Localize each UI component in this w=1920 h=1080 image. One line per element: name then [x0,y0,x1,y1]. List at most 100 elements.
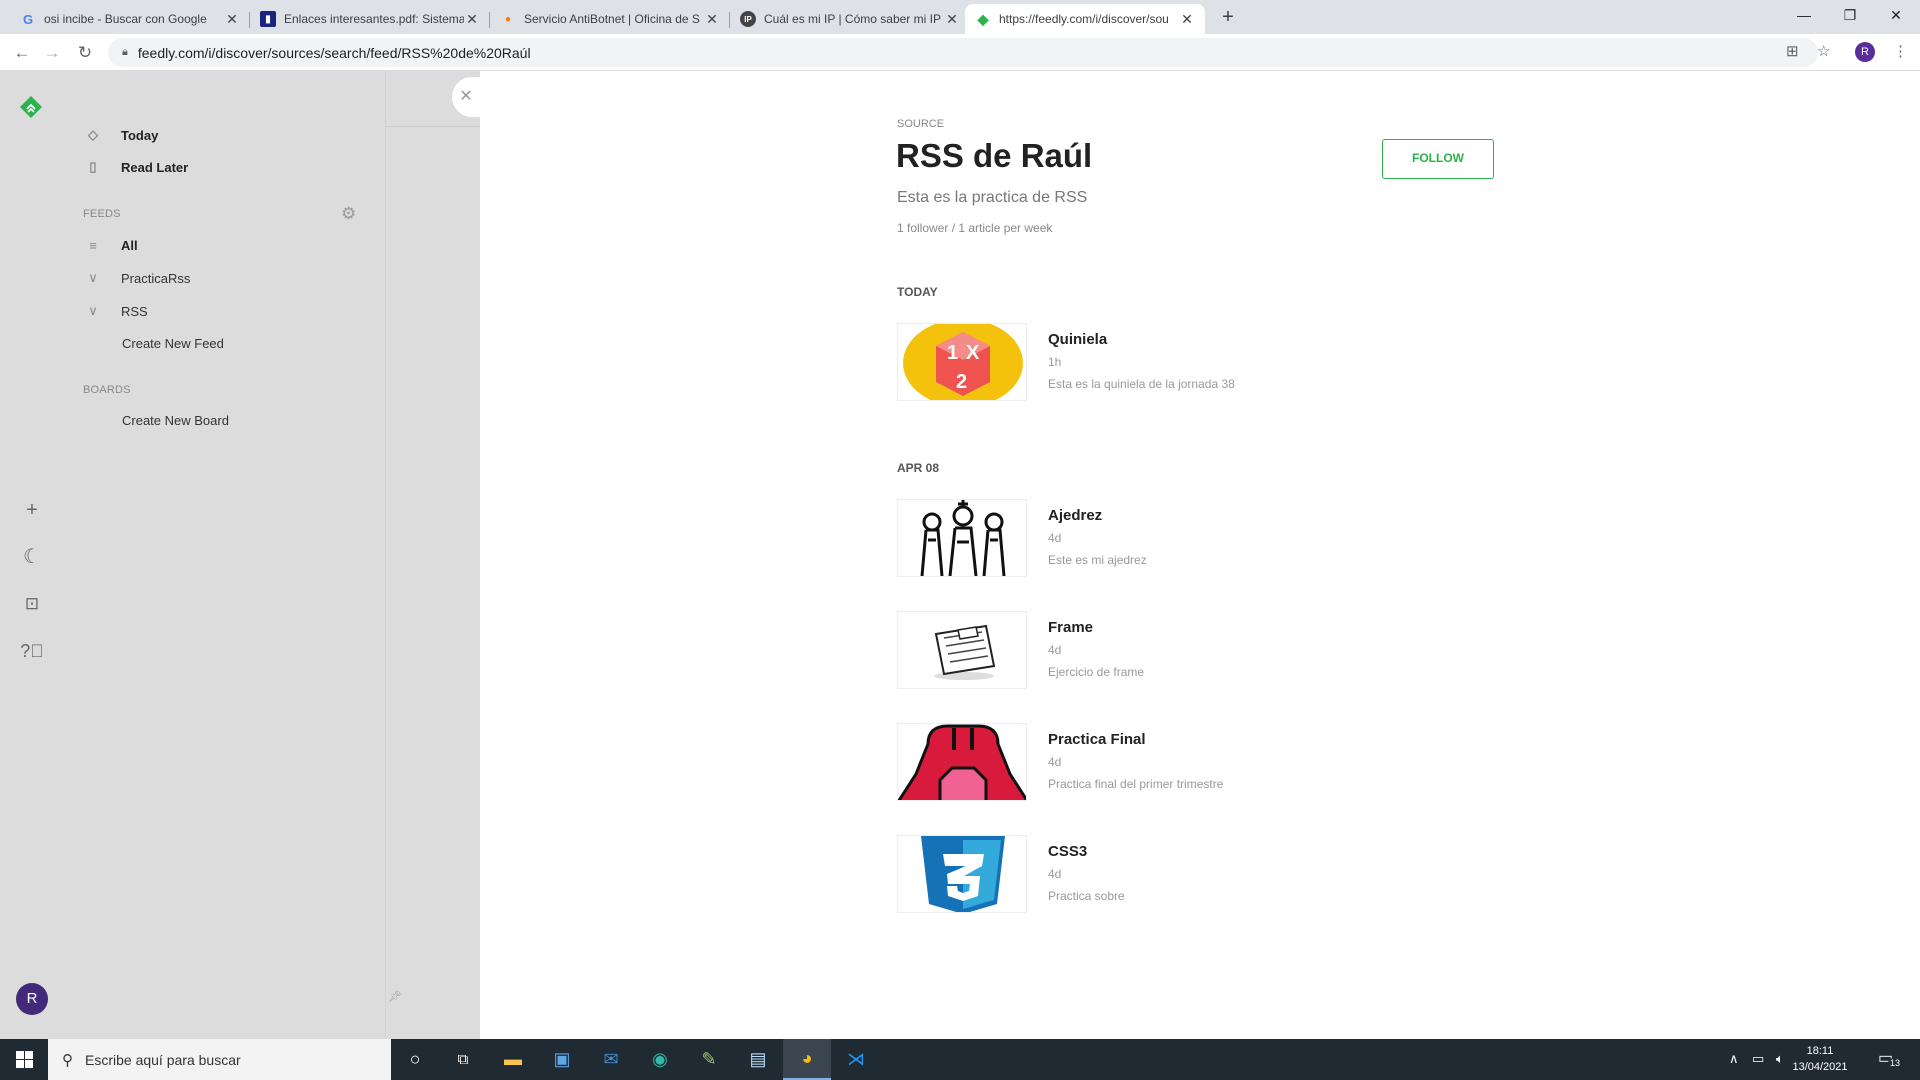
create-new-board-link[interactable]: Create New Board [122,408,229,432]
taskbar-search-placeholder: Escribe aquí para buscar [85,1051,241,1068]
sidebar-item-read-later[interactable]: ▯ Read Later [83,155,188,179]
page-title: RSS de Raúl [896,137,1093,174]
article-summary: Este es mi ajedrez [1048,553,1147,567]
shield-icon: ● [504,13,512,25]
chevron-down-icon[interactable]: ∨ [83,270,103,286]
search-icon: ⚲ [62,1051,73,1069]
article-card[interactable]: Ajedrez 4d Este es mi ajedrez [897,499,1397,579]
edge-icon[interactable]: ◉ [636,1039,684,1080]
bookmark-star-icon[interactable]: ☆ [1817,42,1830,60]
forward-icon[interactable]: → [40,41,64,65]
follow-button[interactable]: FOLLOW [1382,139,1494,179]
sidebar-item-all[interactable]: ≡ All [83,233,137,257]
gear-icon[interactable]: ⚙ [341,204,356,224]
article-thumbnail-news[interactable] [897,611,1027,689]
browser-tab-active[interactable]: ◆ https://feedly.com/i/discover/sou ✕ [965,4,1205,34]
group-header-today: TODAY [897,285,938,299]
help-icon[interactable]: ?⃝ [20,639,44,663]
sidebar-item-rss[interactable]: ∨ RSS [83,299,148,323]
feedly-icon: ◆ [977,10,989,27]
file-explorer-icon[interactable]: ▬ [489,1039,537,1080]
create-new-feed-link[interactable]: Create New Feed [122,331,224,355]
nav-secondary-column [385,71,481,1039]
network-icon[interactable]: ▭ [1752,1051,1764,1067]
clock-date: 13/04/2021 [1792,1061,1848,1073]
close-icon[interactable]: ✕ [704,11,720,28]
article-title[interactable]: Quiniela [1048,331,1107,348]
tab-title: Cuál es mi IP | Cómo saber mi IP [764,12,941,26]
clock-time: 18:11 [1806,1045,1834,1057]
sidebar-item-today[interactable]: ◇ Today [83,123,158,147]
sidebar-item-label: Create New Feed [122,335,224,351]
browser-tab[interactable]: IP Cuál es mi IP | Cómo saber mi IP ✕ [730,4,970,34]
taskbar: ⚲ Escribe aquí para buscar ○ ⧉ ▬ ▣ ✉ ◉ ✎… [0,1039,1920,1080]
cortana-icon[interactable]: ○ [391,1039,439,1080]
taskbar-clock[interactable]: 18:11 13/04/2021 [1782,1043,1858,1075]
article-card[interactable]: 1 X 2 Quiniela 1h Esta es la quiniela de… [897,323,1397,403]
add-icon[interactable]: + [20,498,44,522]
user-avatar[interactable]: R [16,983,48,1015]
window-close-button[interactable]: ✕ [1873,0,1919,30]
svg-text:X: X [966,342,980,364]
address-bar[interactable]: 🔒︎ feedly.com/i/discover/sources/search/… [108,38,1818,67]
list-icon: ≡ [89,237,97,253]
night-mode-icon[interactable]: ☾ [20,545,44,569]
article-card[interactable]: Practica Final 4d Practica final del pri… [897,723,1397,803]
group-header-apr08: APR 08 [897,461,940,475]
reload-icon[interactable]: ↻ [73,41,97,65]
article-title[interactable]: Practica Final [1048,731,1146,748]
mail-icon[interactable]: ✉ [587,1039,635,1080]
article-thumbnail-jacket[interactable] [897,723,1027,801]
chevron-down-icon[interactable]: ∨ [83,303,103,319]
pin-icon[interactable]: 📌︎ [388,990,402,1003]
translate-icon[interactable]: ⊞ [1786,42,1799,60]
notification-center-icon[interactable]: ▭ 13 [1878,1048,1903,1068]
article-card[interactable]: Frame 4d Ejercicio de frame [897,611,1397,691]
taskbar-search-box[interactable]: ⚲ Escribe aquí para buscar [48,1039,391,1080]
google-icon: G [22,11,34,27]
article-summary: Esta es la quiniela de la jornada 38 [1048,377,1235,391]
minimize-button[interactable]: — [1781,0,1827,30]
ip-icon: IP [740,11,756,27]
profile-avatar[interactable]: R [1855,42,1875,62]
back-icon[interactable]: ← [10,41,34,65]
sidebar-item-label: Read Later [121,159,189,175]
source-label: SOURCE [897,118,945,130]
article-age: 1h [1048,355,1062,369]
feedly-logo-icon[interactable] [19,95,43,119]
windows-start-button[interactable] [0,1039,48,1080]
browser-tab[interactable]: ▮ Enlaces interesantes.pdf: Sistema ✕ [250,4,490,34]
sidebar-item-label: Create New Board [122,412,229,428]
chevron-up-icon[interactable]: ∧ [1729,1051,1739,1067]
article-title[interactable]: Ajedrez [1048,507,1102,524]
article-card[interactable]: CSS3 4d Practica sobre [897,835,1397,915]
browser-tab[interactable]: G osi incibe - Buscar con Google ✕ [10,4,250,34]
close-icon[interactable]: ✕ [944,11,960,28]
feedly-rail: + ☾ ⊡ ?⃝ R [0,71,63,1039]
task-view-icon[interactable]: ⧉ [439,1039,487,1080]
article-thumbnail-chess[interactable] [897,499,1027,577]
new-tab-button[interactable]: + [1215,6,1241,29]
browser-tab[interactable]: ● Servicio AntiBotnet | Oficina de S ✕ [490,4,730,34]
vscode-icon[interactable]: ⋊ [832,1039,880,1080]
gift-icon[interactable]: ⊡ [20,592,44,616]
notepad-icon[interactable]: ▤ [734,1039,782,1080]
maximize-button[interactable]: ❐ [1827,0,1873,30]
notification-count: 13 [1888,1058,1903,1068]
article-age: 4d [1048,531,1062,545]
source-description: Esta es la practica de RSS [897,189,1088,206]
menu-icon[interactable]: ⋮ [1893,42,1908,60]
close-icon[interactable]: ✕ [224,11,240,28]
article-thumbnail-quiniela[interactable]: 1 X 2 [897,323,1027,401]
browser-tab-bar: G osi incibe - Buscar con Google ✕ ▮ Enl… [0,0,1920,34]
close-icon[interactable]: ✕ [1179,11,1195,28]
article-title[interactable]: Frame [1048,619,1093,636]
close-icon[interactable]: ✕ [464,11,480,28]
paint-icon[interactable]: ✎ [685,1039,733,1080]
pdf-icon: ▮ [260,11,276,27]
article-thumbnail-css3[interactable] [897,835,1027,913]
article-title[interactable]: CSS3 [1048,843,1087,860]
store-icon[interactable]: ▣ [538,1039,586,1080]
sidebar-item-practicarss[interactable]: ∨ PracticaRss [83,266,190,290]
chrome-icon[interactable]: ◕ [783,1039,831,1080]
